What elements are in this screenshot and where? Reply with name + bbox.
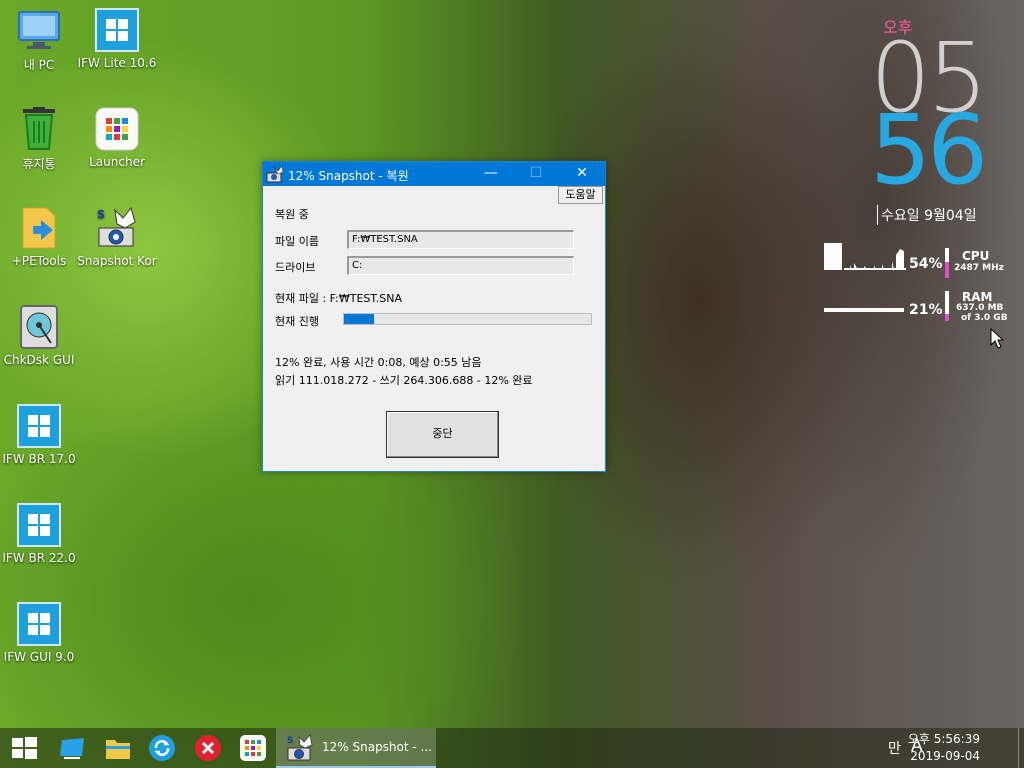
minimize-button[interactable]: — (469, 162, 513, 186)
recycle-bin-icon (17, 107, 61, 151)
svg-text:S: S (287, 736, 293, 746)
show-desktop-button[interactable] (1018, 728, 1024, 768)
snapshot-camera-icon: S (286, 734, 314, 762)
folder-shortcut-icon (17, 206, 61, 250)
desktop-icon-snapshot[interactable]: S Snapshot Kor (72, 206, 162, 268)
taskbar-active-task[interactable]: S 12% Snapshot - ... (276, 728, 436, 768)
ram-bar (945, 291, 949, 321)
hard-disk-icon (17, 305, 61, 349)
taskbar: S 12% Snapshot - ... 만 A 오후 5:56:39 2019… (0, 728, 1024, 768)
snapshot-camera-icon: S (95, 206, 139, 250)
help-button[interactable]: 도움말 (558, 186, 603, 204)
taskbar-task-label: 12% Snapshot - ... (322, 740, 432, 754)
ram-total: of 3.0 GB (961, 313, 1008, 323)
desktop-icon-label: Launcher (89, 155, 145, 169)
ram-used: 637.0 MB (956, 303, 1004, 313)
close-red-icon[interactable] (194, 734, 222, 762)
cpu-graph (824, 243, 906, 270)
summary-line-2: 읽기 111.018.272 - 쓰기 264.306.688 - 12% 완료 (275, 374, 533, 387)
cpu-label: CPU (962, 249, 990, 263)
windows-logo-icon (95, 8, 139, 52)
windows-logo-icon (17, 404, 61, 448)
progress-bar (343, 313, 592, 325)
ram-percent: 21% (909, 302, 943, 318)
desktop-icon-label: ChkDsk GUI (3, 353, 75, 367)
desktop-icon-chkdsk[interactable]: ChkDsk GUI (0, 305, 84, 367)
desktop-icon-ifw-lite[interactable]: IFW Lite 10.6 (72, 8, 162, 70)
file-name-label: 파일 이름 (275, 235, 319, 248)
desktop-icon-label: IFW Lite 10.6 (77, 56, 157, 70)
dialog-title: 12% Snapshot - 복원 (288, 169, 409, 183)
desktop-icon-label: IFW GUI 9.0 (3, 650, 75, 664)
clock-date: 수요일 9월04일 (877, 205, 977, 225)
clock-minute: 56 (870, 94, 988, 206)
dialog-titlebar[interactable]: 12% Snapshot - 복원 — ☐ ✕ (263, 162, 605, 186)
close-button[interactable]: ✕ (560, 162, 604, 186)
windows-logo-icon (17, 602, 61, 646)
desktop-monitor-icon[interactable] (58, 734, 86, 762)
launcher-grid-icon[interactable] (239, 734, 267, 762)
cpu-bar (945, 248, 949, 278)
desktop-icon-label: IFW BR 22.0 (2, 551, 76, 565)
launcher-grid-icon (95, 107, 139, 151)
ram-label: RAM (962, 290, 993, 304)
svg-text:S: S (97, 208, 105, 221)
file-name-field: F:₩TEST.SNA (347, 230, 574, 249)
desktop-icon-label: IFW BR 17.0 (2, 452, 76, 466)
ime-mode-indicator[interactable]: 만 (888, 738, 901, 758)
ram-graph (824, 308, 904, 312)
progress-label: 현재 진행 (275, 315, 319, 328)
snapshot-app-icon (266, 165, 284, 183)
progress-fill (344, 314, 374, 324)
cpu-percent: 54% (909, 256, 943, 272)
summary-line-1: 12% 완료, 사용 시간 0:08, 예상 0:55 남음 (275, 356, 482, 369)
snapshot-restore-dialog: 12% Snapshot - 복원 — ☐ ✕ 도움말 복원 중 파일 이름 F… (262, 161, 606, 472)
drive-field: C: (347, 256, 574, 275)
stop-button[interactable]: 중단 (386, 411, 499, 458)
windows-logo-icon (17, 503, 61, 547)
desktop-icon-ifw-br-17[interactable]: IFW BR 17.0 (0, 404, 84, 466)
refresh-icon[interactable] (148, 734, 176, 762)
file-explorer-icon[interactable] (104, 734, 132, 762)
tray-date: 2019-09-04 (910, 749, 980, 763)
desktop-icon-label: Snapshot Kor (77, 254, 157, 268)
cpu-frequency: 2487 MHz (954, 263, 1004, 273)
start-button[interactable] (10, 734, 38, 762)
desktop-icon-ifw-gui[interactable]: IFW GUI 9.0 (0, 602, 84, 664)
maximize-button[interactable]: ☐ (514, 162, 558, 186)
tray-time: 오후 5:56:39 (907, 732, 980, 746)
mouse-cursor-icon (990, 327, 1005, 354)
tray-clock[interactable]: 오후 5:56:39 2019-09-04 (908, 731, 980, 765)
drive-label: 드라이브 (275, 261, 316, 274)
status-heading: 복원 중 (275, 208, 309, 221)
desktop-icon-ifw-br-22[interactable]: IFW BR 22.0 (0, 503, 84, 565)
desktop-icon-launcher[interactable]: Launcher (72, 107, 162, 169)
current-file-text: 현재 파일 : F:₩TEST.SNA (275, 292, 403, 305)
monitor-icon (17, 8, 61, 52)
